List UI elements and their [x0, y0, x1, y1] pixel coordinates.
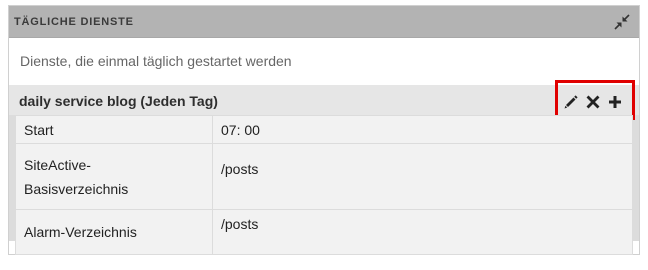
close-icon[interactable] [585, 94, 601, 110]
plus-icon[interactable] [607, 94, 623, 110]
table-row: SiteActive- Basisverzeichnis /posts [15, 143, 633, 210]
property-value: 07: 00 [212, 115, 633, 144]
property-value: /posts [212, 209, 633, 255]
service-properties-table: Start 07: 00 SiteActive- Basisverzeichni… [15, 115, 633, 255]
panel-header: TÄGLICHE DIENSTE [9, 6, 639, 38]
property-key: SiteActive- Basisverzeichnis [15, 143, 213, 210]
property-key: Start [15, 115, 213, 144]
collapse-arrows-icon[interactable] [614, 14, 630, 30]
property-key-line: Basisverzeichnis [24, 180, 129, 197]
pencil-icon[interactable] [563, 94, 579, 110]
table-row: Start 07: 00 [15, 115, 633, 144]
property-key: Alarm-Verzeichnis [15, 209, 213, 255]
service-header: daily service blog (Jeden Tag) [9, 80, 639, 120]
service-title: daily service blog (Jeden Tag) [19, 93, 218, 109]
property-key-line: SiteActive- [24, 156, 91, 173]
panel-description: Dienste, die einmal täglich gestartet we… [20, 53, 292, 69]
table-row: Alarm-Verzeichnis /posts [15, 209, 633, 255]
daily-services-panel: TÄGLICHE DIENSTE Dienste, die einmal täg… [8, 5, 640, 255]
service-item: daily service blog (Jeden Tag) Start 07:… [9, 80, 639, 255]
property-value: /posts [212, 143, 633, 210]
panel-title: TÄGLICHE DIENSTE [14, 16, 134, 28]
